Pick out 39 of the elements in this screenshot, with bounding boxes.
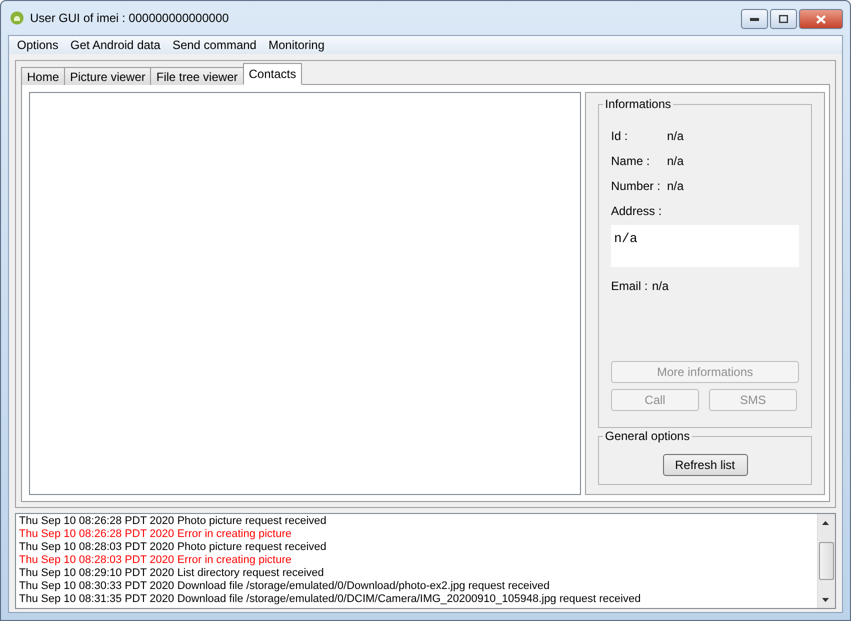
menu-item[interactable]: Options [11, 38, 64, 52]
log-line: Thu Sep 10 08:26:28 PDT 2020 Photo picture request received [19, 515, 328, 528]
field-label: Email : [611, 278, 649, 292]
close-icon [816, 14, 826, 24]
menu-item[interactable]: Send command [166, 38, 262, 52]
maximize-button[interactable] [770, 9, 797, 29]
refresh-list-button[interactable]: Refresh list [662, 454, 748, 476]
android-icon [10, 11, 24, 25]
window-title: User GUI of imei : 000000000000000 [30, 11, 230, 25]
close-button[interactable] [799, 9, 843, 29]
menu-item[interactable]: Get Android data [64, 38, 166, 52]
field-label: Id : [611, 128, 629, 142]
log-line: Thu Sep 10 08:26:28 PDT 2020 Error in creating picture [19, 528, 293, 541]
log-line: Thu Sep 10 08:30:33 PDT 2020 Download file /storage/emulated/0/Download/photo-ex2.jpg request received [19, 580, 551, 593]
field-value: n/a [652, 278, 669, 292]
tab[interactable]: Contacts [242, 63, 302, 85]
log-line: Thu Sep 10 08:28:03 PDT 2020 Error in creating picture [19, 554, 293, 567]
minimize-button[interactable] [741, 9, 768, 29]
field-value: n/a [667, 154, 684, 168]
log-line: Thu Sep 10 08:29:10 PDT 2020 List directory request received [19, 567, 325, 580]
field-value: n/a [667, 128, 684, 142]
field-value: n/a [667, 178, 684, 192]
log-line: Thu Sep 10 08:28:03 PDT 2020 Photo picture request received [19, 541, 328, 554]
tab[interactable]: Home [21, 67, 66, 85]
group-title: Informations [603, 97, 674, 111]
maximize-icon [779, 15, 788, 23]
minimize-icon [750, 18, 759, 20]
scroll-up-icon[interactable] [822, 521, 829, 525]
tab[interactable]: Picture viewer [64, 67, 152, 85]
scroll-down-icon[interactable] [822, 598, 829, 602]
tab[interactable]: File tree viewer [150, 67, 244, 85]
field-label: Name : [611, 154, 651, 168]
field-label: Number : [611, 178, 662, 192]
field-label: Address : [611, 204, 663, 218]
address-field[interactable]: n/a [611, 225, 799, 267]
log-line: Thu Sep 10 08:31:35 PDT 2020 Download file /storage/emulated/0/DCIM/Camera/IMG_20200910_105948.jpg request received [19, 593, 642, 606]
scrollbar[interactable] [817, 514, 835, 608]
menu-item[interactable]: Monitoring [262, 38, 331, 52]
group-title: General options [603, 429, 692, 443]
